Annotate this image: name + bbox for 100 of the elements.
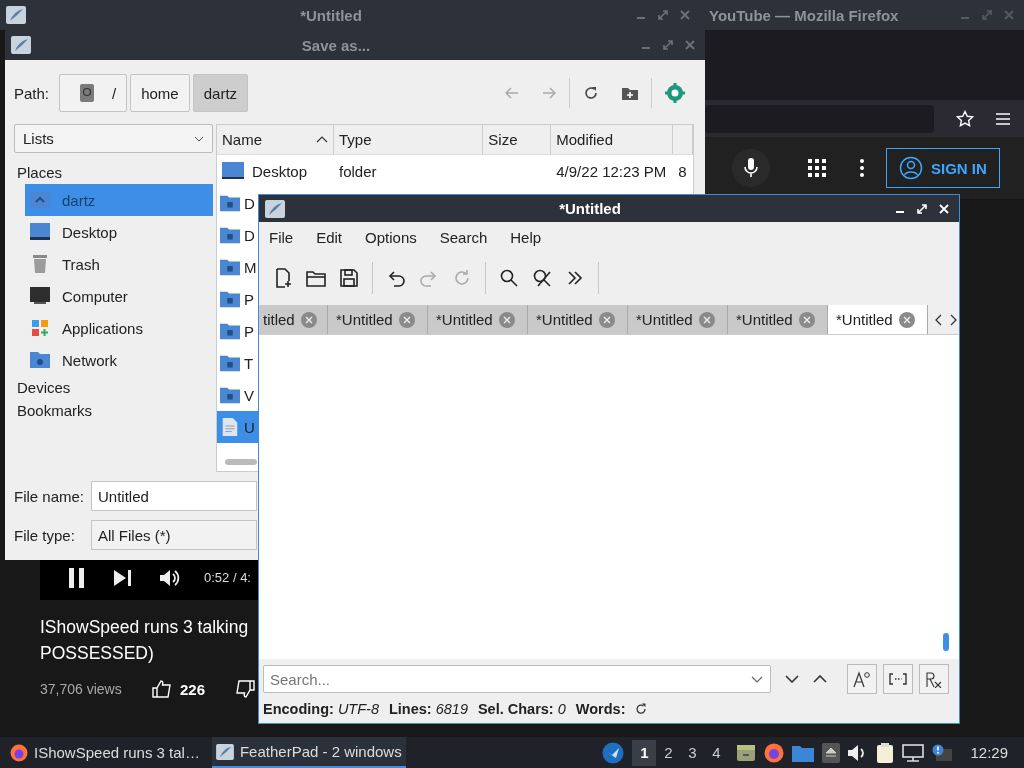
- more-icon[interactable]: [860, 159, 864, 177]
- file-type-select[interactable]: All Files (*): [91, 520, 257, 550]
- reload-icon[interactable]: [583, 85, 599, 101]
- undo-icon[interactable]: [386, 268, 406, 288]
- volume-icon[interactable]: [160, 568, 180, 587]
- list-row[interactable]: D: [217, 187, 258, 219]
- list-row[interactable]: V: [217, 379, 258, 411]
- taskbar-item[interactable]: FeatherPad - 2 windows: [211, 737, 406, 768]
- file-name: M: [244, 258, 257, 276]
- workspace-button[interactable]: 4: [704, 739, 729, 766]
- menu-item[interactable]: Options: [365, 229, 417, 254]
- file-name: V: [244, 386, 254, 404]
- feather-icon: [11, 36, 31, 54]
- chevron-up-icon[interactable]: [813, 675, 827, 683]
- chevron-down-icon: [194, 135, 204, 142]
- workspace-button[interactable]: 1: [632, 739, 657, 766]
- menu-item[interactable]: Search: [439, 229, 488, 254]
- menu-item[interactable]: Edit: [316, 229, 343, 254]
- path-crumb[interactable]: home: [130, 74, 190, 112]
- scrollbar[interactable]: [225, 459, 257, 465]
- sidebar-section-header[interactable]: Bookmarks: [14, 399, 213, 422]
- menu-icon[interactable]: [996, 112, 1010, 125]
- feather-icon: [215, 743, 234, 760]
- browser-icon[interactable]: [764, 742, 785, 763]
- new-folder-icon[interactable]: [622, 86, 638, 100]
- match-case-button[interactable]: [847, 664, 877, 694]
- menu-item[interactable]: Help: [510, 229, 542, 254]
- list-row[interactable]: U: [217, 411, 258, 443]
- star-icon[interactable]: [956, 109, 974, 128]
- notification-icon[interactable]: [932, 743, 955, 762]
- scroll-left-icon[interactable]: [934, 313, 942, 326]
- apps-grid-icon[interactable]: [808, 159, 826, 177]
- bird-icon[interactable]: [602, 741, 625, 764]
- skip-next-icon[interactable]: [114, 569, 132, 586]
- eject-icon[interactable]: [822, 742, 841, 763]
- pause-icon[interactable]: [68, 567, 86, 588]
- column-header[interactable]: Name: [217, 125, 334, 154]
- document-tab[interactable]: *Untitled: [528, 305, 628, 334]
- column-header[interactable]: Modified: [551, 125, 674, 154]
- chevron-down-icon[interactable]: [751, 676, 763, 683]
- scroll-right-icon[interactable]: [950, 313, 958, 326]
- network-folder-icon: [30, 350, 50, 370]
- sidebar-item[interactable]: Desktop: [25, 216, 213, 248]
- sidebar-section-header[interactable]: Devices: [14, 376, 213, 399]
- document-tab[interactable]: *Untitled: [728, 305, 828, 334]
- document-tab[interactable]: *Untitled: [428, 305, 528, 334]
- browser-icon: [10, 743, 28, 762]
- list-row[interactable]: P: [217, 315, 258, 347]
- clipboard-icon[interactable]: [876, 741, 895, 764]
- folder-icon[interactable]: [306, 268, 326, 288]
- column-header[interactable]: Type: [334, 125, 484, 154]
- document-tab[interactable]: *Untitled: [828, 305, 928, 334]
- new-file-icon[interactable]: [273, 268, 293, 288]
- path-crumb[interactable]: dartz: [192, 74, 249, 112]
- list-row[interactable]: M: [217, 251, 258, 283]
- chevron-down-icon[interactable]: [785, 675, 799, 683]
- thumbs-down-icon[interactable]: [235, 680, 256, 698]
- taskbar-item[interactable]: IShowSpeed runs 3 tal…: [6, 737, 204, 768]
- video-time: 0:52 / 4:: [204, 570, 251, 585]
- microphone-button[interactable]: [732, 149, 770, 187]
- sidebar-item[interactable]: Computer: [25, 280, 213, 312]
- trash-icon: [30, 254, 50, 274]
- view-count: 37,706 views: [40, 681, 123, 697]
- sidebar-item[interactable]: Network: [25, 344, 213, 376]
- column-header[interactable]: Size: [483, 125, 552, 154]
- view-mode-select[interactable]: Lists: [14, 124, 213, 153]
- file-name-field[interactable]: Untitled: [91, 481, 257, 511]
- list-row[interactable]: D: [217, 219, 258, 251]
- document-tab[interactable]: *Untitled: [628, 305, 728, 334]
- whole-word-button[interactable]: [883, 664, 913, 694]
- list-row[interactable]: T: [217, 347, 258, 379]
- workspace-button[interactable]: 2: [656, 739, 681, 766]
- folder-icon: [220, 385, 240, 405]
- sign-in-button[interactable]: SIGN IN: [886, 148, 1000, 188]
- folder-icon: [220, 321, 240, 341]
- window-title: YouTube — Mozilla Firefox: [708, 6, 900, 24]
- list-row[interactable]: Desktop folder 4/9/22 12:23 PM 8: [217, 155, 693, 187]
- list-row[interactable]: P: [217, 283, 258, 315]
- save-icon[interactable]: [339, 268, 359, 288]
- match-case-icon: [853, 670, 871, 688]
- replace-icon[interactable]: [532, 268, 552, 288]
- refresh-icon[interactable]: [635, 703, 648, 715]
- path-crumb[interactable]: /: [59, 74, 128, 112]
- dialog-title: Save as...: [300, 36, 372, 54]
- regex-button[interactable]: [919, 664, 949, 694]
- menu-item[interactable]: File: [269, 229, 294, 254]
- search-field[interactable]: Search...: [263, 665, 771, 693]
- scrollbar-thumb[interactable]: [943, 633, 949, 651]
- search-icon[interactable]: [499, 268, 519, 288]
- thumbs-up-icon[interactable]: [152, 680, 172, 698]
- workspace-button[interactable]: 3: [680, 739, 705, 766]
- sidebar-section-header[interactable]: Places: [14, 161, 213, 184]
- sidebar-item[interactable]: Trash: [25, 248, 213, 280]
- document-tab[interactable]: *Untitled: [328, 305, 428, 334]
- sidebar-item[interactable]: Applications: [25, 312, 213, 344]
- monitor-icon: [222, 161, 244, 181]
- file-name: P: [244, 290, 254, 308]
- archive-icon[interactable]: [736, 742, 757, 763]
- document-tab[interactable]: titled: [259, 305, 328, 334]
- user-icon: [899, 156, 923, 180]
